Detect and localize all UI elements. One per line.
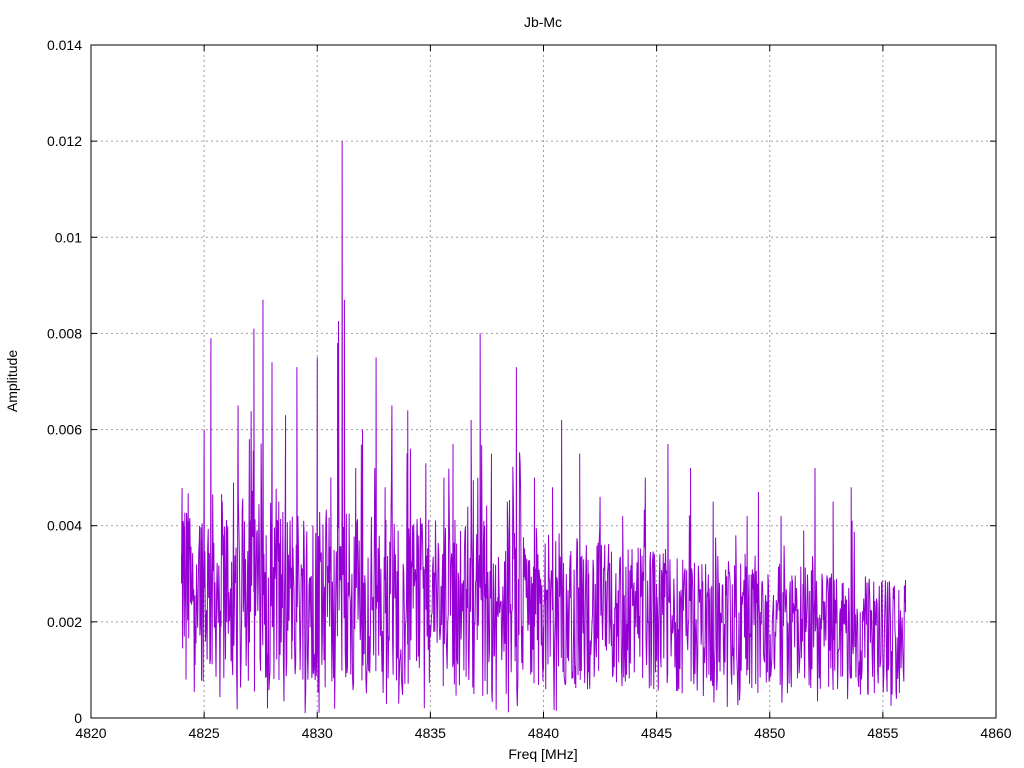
y-tick-label: 0.014: [47, 37, 82, 53]
y-tick-label: 0.004: [47, 518, 82, 534]
x-tick-label: 4850: [754, 725, 785, 741]
y-tick-label: 0.008: [47, 325, 82, 341]
x-axis-label: Freq [MHz]: [508, 746, 577, 762]
x-tick-label: 4825: [189, 725, 220, 741]
x-tick-label: 4855: [867, 725, 898, 741]
y-tick-label: 0.01: [55, 229, 82, 245]
x-tick-label: 4820: [75, 725, 106, 741]
chart-title: Jb-Mc: [524, 14, 562, 30]
x-tick-labels: 4820 4825 4830 4835 4840 4845 4850 4855 4860: [75, 725, 1011, 741]
y-tick-label: 0.006: [47, 422, 82, 438]
y-tick-label: 0.012: [47, 133, 82, 149]
x-tick-label: 4830: [302, 725, 333, 741]
y-tick-label: 0: [74, 710, 82, 726]
x-tick-label: 4860: [980, 725, 1011, 741]
y-tick-label: 0.002: [47, 614, 82, 630]
x-tick-label: 4840: [528, 725, 559, 741]
y-tick-labels: 0 0.002 0.004 0.006 0.008 0.01 0.012 0.014: [47, 37, 82, 726]
x-tick-label: 4845: [641, 725, 672, 741]
x-tick-label: 4835: [415, 725, 446, 741]
y-axis-label: Amplitude: [4, 350, 20, 412]
chart: 4820 4825 4830 4835 4840 4845 4850 4855 4860 0 0.…: [4, 14, 1012, 762]
